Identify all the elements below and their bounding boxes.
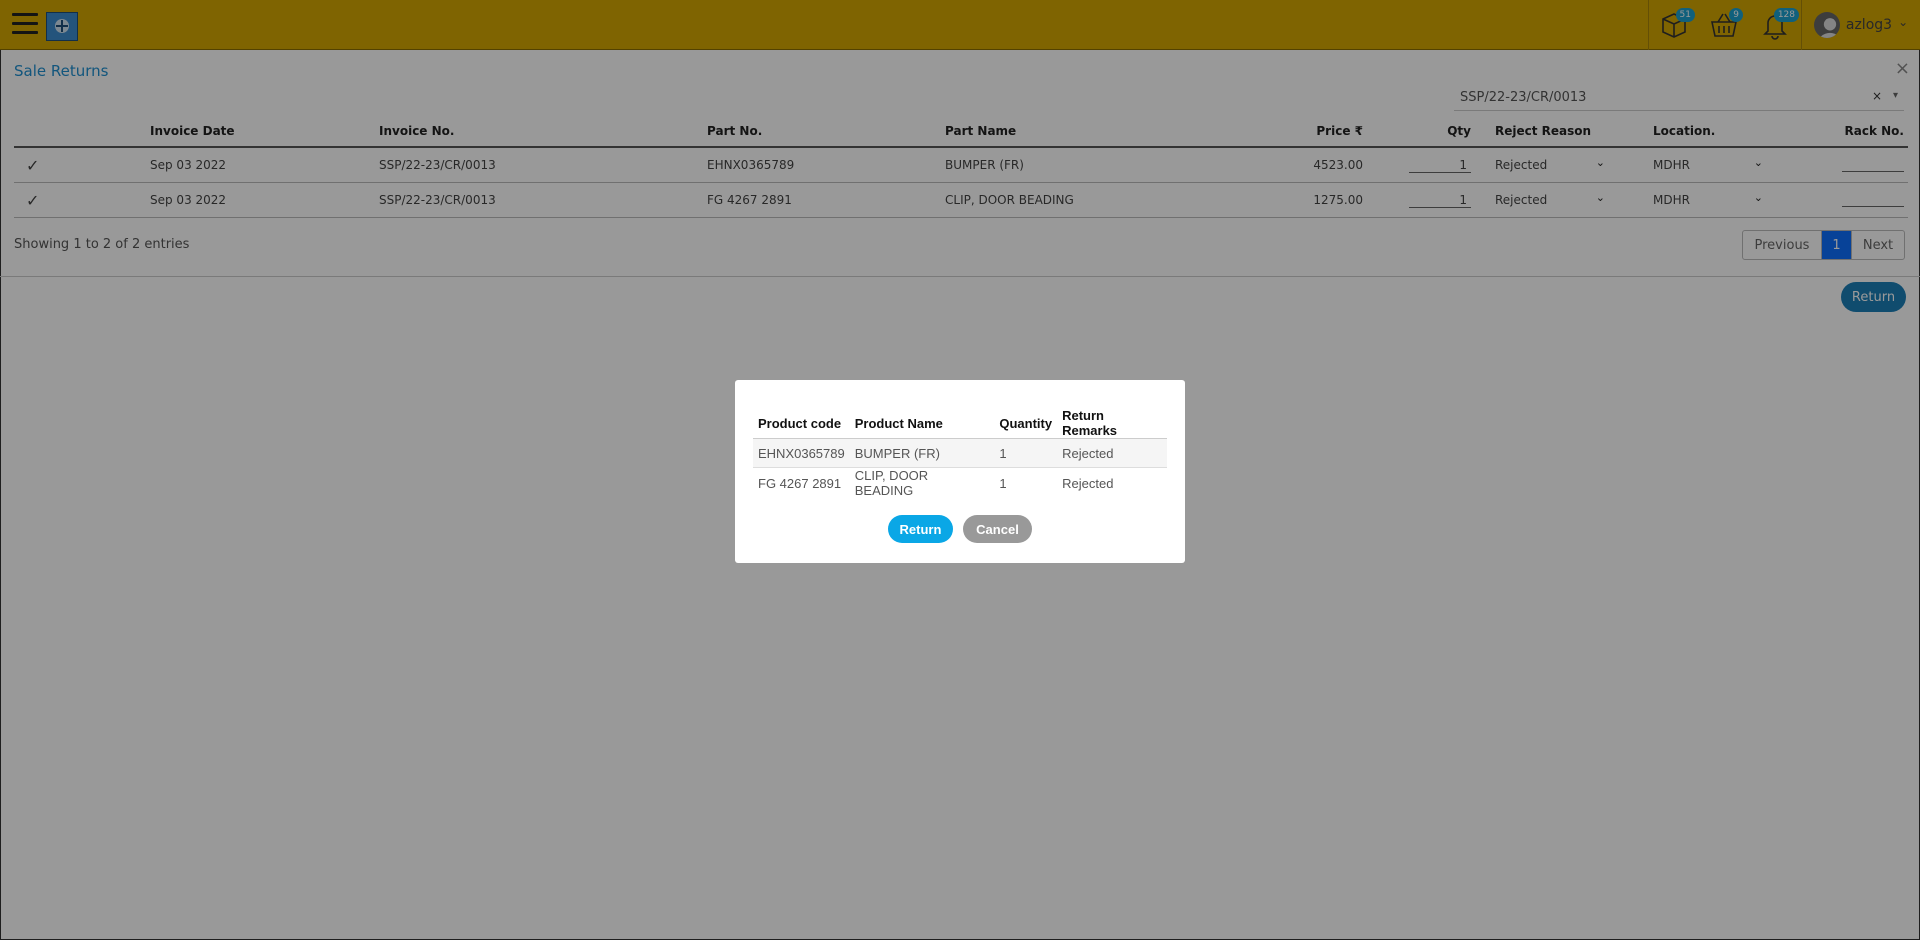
modal-qty: 1 [999, 475, 1007, 491]
modal-col-remarks: Return Remarks [1057, 408, 1167, 439]
modal-code: EHNX0365789 [753, 438, 850, 468]
modal-qty: 1 [994, 438, 1058, 468]
modal-col-code: Product code [753, 408, 850, 439]
modal-row: EHNX0365789 BUMPER (FR) 1 Rejected [753, 438, 1167, 468]
modal-cancel-button[interactable]: Cancel [963, 515, 1032, 543]
modal-remarks: Rejected [1057, 438, 1167, 468]
modal-return-button[interactable]: Return [888, 515, 953, 543]
modal-name: BUMPER (FR) [849, 438, 995, 468]
modal-header-row: Product code Product Name Quantity Retur… [753, 408, 1167, 439]
modal-col-name: Product Name [849, 408, 995, 439]
modal-code: FG 4267 2891 [758, 475, 842, 491]
modal-row: FG 4267 2891 CLIP, DOOR BEADING 1 Reject… [753, 468, 1167, 498]
modal-col-qty: Quantity [994, 408, 1058, 439]
modal-table: Product code Product Name Quantity Retur… [753, 408, 1167, 498]
return-confirm-modal: Product code Product Name Quantity Retur… [735, 380, 1185, 563]
modal-remarks: Rejected [1062, 475, 1114, 491]
modal-name: CLIP, DOOR BEADING [854, 468, 929, 498]
modal-actions: Return Cancel [735, 515, 1185, 543]
